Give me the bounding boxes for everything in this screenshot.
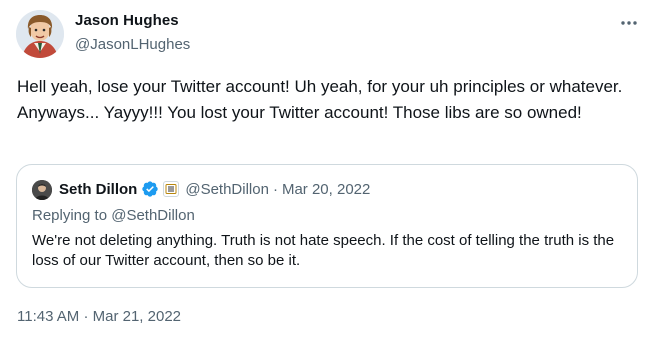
timestamp-separator: ·	[83, 308, 89, 325]
quoted-date[interactable]: Mar 20, 2022	[282, 181, 370, 198]
quoted-tweet[interactable]: Seth Dillon @SethDillon · Mar 20, 2022 R…	[16, 164, 638, 288]
quoted-text: We're not deleting anything. Truth is no…	[32, 232, 615, 269]
tweet-time-link[interactable]: 11:43 AM · Mar 21, 2022	[17, 308, 181, 325]
quoted-header: Seth Dillon @SethDillon · Mar 20, 2022	[59, 179, 370, 199]
quoted-author-name[interactable]: Seth Dillon	[59, 181, 137, 198]
tweet-text: Hell yeah, lose your Twitter account! Uh…	[17, 77, 623, 122]
quoted-author-handle[interactable]: @SethDillon	[185, 181, 269, 198]
avatar-photo-icon	[32, 180, 52, 200]
quoted-separator: ·	[272, 180, 278, 198]
affiliate-badge-icon[interactable]	[163, 181, 180, 197]
author-name[interactable]: Jason Hughes	[75, 12, 179, 29]
tweet-date: Mar 21, 2022	[92, 308, 181, 325]
quoted-author-avatar[interactable]	[32, 180, 52, 200]
author-avatar[interactable]	[16, 10, 64, 58]
more-horizontal-icon	[621, 21, 637, 25]
tweet-timestamp: 11:43 AM · Mar 21, 2022	[17, 308, 181, 325]
tweet: Jason Hughes @JasonLHughes Hell yeah, lo…	[0, 0, 654, 339]
quoted-reply-context: Replying to @SethDillon	[32, 207, 195, 224]
avatar-illustration-icon	[16, 10, 64, 58]
tweet-time: 11:43 AM	[17, 308, 80, 325]
verified-badge-icon	[141, 180, 159, 198]
more-options-button[interactable]	[612, 10, 646, 36]
author-handle[interactable]: @JasonLHughes	[75, 36, 190, 53]
